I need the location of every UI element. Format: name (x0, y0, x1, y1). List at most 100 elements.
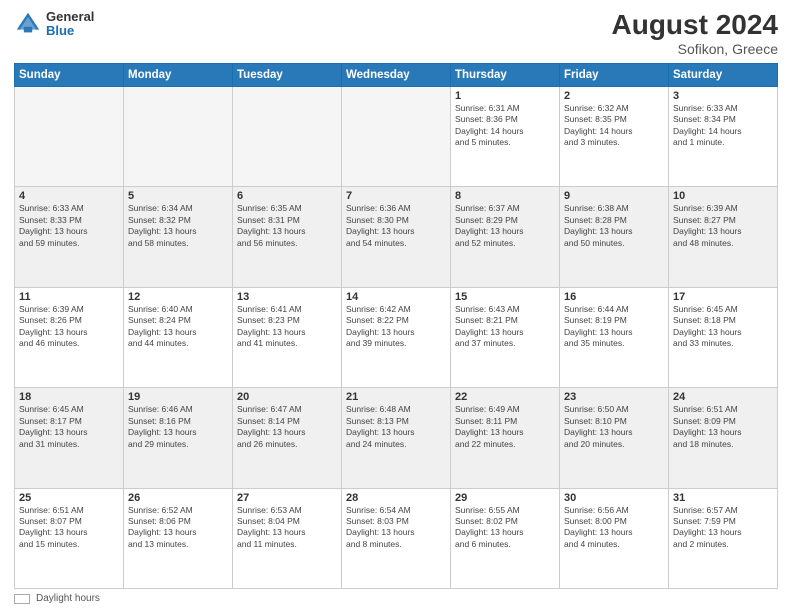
calendar-cell: 26Sunrise: 6:52 AM Sunset: 8:06 PM Dayli… (124, 488, 233, 588)
day-info: Sunrise: 6:47 AM Sunset: 8:14 PM Dayligh… (237, 404, 337, 450)
calendar-cell: 15Sunrise: 6:43 AM Sunset: 8:21 PM Dayli… (451, 287, 560, 387)
logo: General Blue (14, 10, 94, 39)
calendar-cell: 11Sunrise: 6:39 AM Sunset: 8:26 PM Dayli… (15, 287, 124, 387)
day-info: Sunrise: 6:33 AM Sunset: 8:33 PM Dayligh… (19, 203, 119, 249)
day-info: Sunrise: 6:51 AM Sunset: 8:09 PM Dayligh… (673, 404, 773, 450)
calendar-cell: 22Sunrise: 6:49 AM Sunset: 8:11 PM Dayli… (451, 388, 560, 488)
header: General Blue August 2024 Sofikon, Greece (14, 10, 778, 57)
day-info: Sunrise: 6:50 AM Sunset: 8:10 PM Dayligh… (564, 404, 664, 450)
day-number: 16 (564, 291, 664, 303)
calendar-table: Sunday Monday Tuesday Wednesday Thursday… (14, 63, 778, 589)
calendar-cell: 3Sunrise: 6:33 AM Sunset: 8:34 PM Daylig… (669, 86, 778, 186)
calendar-week-3: 18Sunrise: 6:45 AM Sunset: 8:17 PM Dayli… (15, 388, 778, 488)
day-number: 24 (673, 391, 773, 403)
location-subtitle: Sofikon, Greece (612, 41, 779, 57)
day-number: 7 (346, 190, 446, 202)
legend-box (14, 594, 30, 604)
calendar-cell: 19Sunrise: 6:46 AM Sunset: 8:16 PM Dayli… (124, 388, 233, 488)
title-block: August 2024 Sofikon, Greece (612, 10, 779, 57)
col-sunday: Sunday (15, 63, 124, 86)
legend-label: Daylight hours (36, 593, 100, 604)
col-tuesday: Tuesday (233, 63, 342, 86)
day-info: Sunrise: 6:56 AM Sunset: 8:00 PM Dayligh… (564, 505, 664, 551)
page: General Blue August 2024 Sofikon, Greece… (0, 0, 792, 612)
day-info: Sunrise: 6:53 AM Sunset: 8:04 PM Dayligh… (237, 505, 337, 551)
calendar-cell: 18Sunrise: 6:45 AM Sunset: 8:17 PM Dayli… (15, 388, 124, 488)
day-info: Sunrise: 6:41 AM Sunset: 8:23 PM Dayligh… (237, 304, 337, 350)
calendar-cell: 8Sunrise: 6:37 AM Sunset: 8:29 PM Daylig… (451, 187, 560, 287)
day-info: Sunrise: 6:39 AM Sunset: 8:26 PM Dayligh… (19, 304, 119, 350)
day-number: 8 (455, 190, 555, 202)
day-number: 28 (346, 492, 446, 504)
day-number: 21 (346, 391, 446, 403)
day-info: Sunrise: 6:32 AM Sunset: 8:35 PM Dayligh… (564, 103, 664, 149)
day-number: 23 (564, 391, 664, 403)
calendar-week-2: 11Sunrise: 6:39 AM Sunset: 8:26 PM Dayli… (15, 287, 778, 387)
day-info: Sunrise: 6:33 AM Sunset: 8:34 PM Dayligh… (673, 103, 773, 149)
day-info: Sunrise: 6:51 AM Sunset: 8:07 PM Dayligh… (19, 505, 119, 551)
day-number: 22 (455, 391, 555, 403)
calendar-cell: 24Sunrise: 6:51 AM Sunset: 8:09 PM Dayli… (669, 388, 778, 488)
calendar-cell: 14Sunrise: 6:42 AM Sunset: 8:22 PM Dayli… (342, 287, 451, 387)
day-number: 1 (455, 90, 555, 102)
calendar-cell (342, 86, 451, 186)
day-number: 11 (19, 291, 119, 303)
calendar-cell: 1Sunrise: 6:31 AM Sunset: 8:36 PM Daylig… (451, 86, 560, 186)
day-number: 18 (19, 391, 119, 403)
day-info: Sunrise: 6:37 AM Sunset: 8:29 PM Dayligh… (455, 203, 555, 249)
day-number: 2 (564, 90, 664, 102)
col-wednesday: Wednesday (342, 63, 451, 86)
col-thursday: Thursday (451, 63, 560, 86)
calendar-cell: 2Sunrise: 6:32 AM Sunset: 8:35 PM Daylig… (560, 86, 669, 186)
calendar-cell: 16Sunrise: 6:44 AM Sunset: 8:19 PM Dayli… (560, 287, 669, 387)
month-year-title: August 2024 (612, 10, 779, 41)
calendar-cell (15, 86, 124, 186)
day-info: Sunrise: 6:57 AM Sunset: 7:59 PM Dayligh… (673, 505, 773, 551)
day-info: Sunrise: 6:42 AM Sunset: 8:22 PM Dayligh… (346, 304, 446, 350)
col-saturday: Saturday (669, 63, 778, 86)
calendar-week-0: 1Sunrise: 6:31 AM Sunset: 8:36 PM Daylig… (15, 86, 778, 186)
day-number: 3 (673, 90, 773, 102)
day-info: Sunrise: 6:44 AM Sunset: 8:19 PM Dayligh… (564, 304, 664, 350)
col-friday: Friday (560, 63, 669, 86)
calendar-cell: 31Sunrise: 6:57 AM Sunset: 7:59 PM Dayli… (669, 488, 778, 588)
day-number: 31 (673, 492, 773, 504)
day-number: 6 (237, 190, 337, 202)
day-info: Sunrise: 6:45 AM Sunset: 8:18 PM Dayligh… (673, 304, 773, 350)
day-info: Sunrise: 6:52 AM Sunset: 8:06 PM Dayligh… (128, 505, 228, 551)
day-info: Sunrise: 6:45 AM Sunset: 8:17 PM Dayligh… (19, 404, 119, 450)
calendar-cell: 20Sunrise: 6:47 AM Sunset: 8:14 PM Dayli… (233, 388, 342, 488)
day-info: Sunrise: 6:43 AM Sunset: 8:21 PM Dayligh… (455, 304, 555, 350)
day-number: 26 (128, 492, 228, 504)
calendar-cell: 13Sunrise: 6:41 AM Sunset: 8:23 PM Dayli… (233, 287, 342, 387)
day-info: Sunrise: 6:35 AM Sunset: 8:31 PM Dayligh… (237, 203, 337, 249)
day-number: 19 (128, 391, 228, 403)
calendar-cell: 28Sunrise: 6:54 AM Sunset: 8:03 PM Dayli… (342, 488, 451, 588)
calendar-cell: 4Sunrise: 6:33 AM Sunset: 8:33 PM Daylig… (15, 187, 124, 287)
logo-text: General Blue (46, 10, 94, 39)
calendar-cell: 29Sunrise: 6:55 AM Sunset: 8:02 PM Dayli… (451, 488, 560, 588)
day-info: Sunrise: 6:48 AM Sunset: 8:13 PM Dayligh… (346, 404, 446, 450)
day-info: Sunrise: 6:34 AM Sunset: 8:32 PM Dayligh… (128, 203, 228, 249)
calendar-cell: 9Sunrise: 6:38 AM Sunset: 8:28 PM Daylig… (560, 187, 669, 287)
calendar-body: 1Sunrise: 6:31 AM Sunset: 8:36 PM Daylig… (15, 86, 778, 588)
day-info: Sunrise: 6:46 AM Sunset: 8:16 PM Dayligh… (128, 404, 228, 450)
col-monday: Monday (124, 63, 233, 86)
calendar-cell: 25Sunrise: 6:51 AM Sunset: 8:07 PM Dayli… (15, 488, 124, 588)
day-number: 15 (455, 291, 555, 303)
footer: Daylight hours (14, 593, 778, 604)
calendar-cell: 27Sunrise: 6:53 AM Sunset: 8:04 PM Dayli… (233, 488, 342, 588)
day-info: Sunrise: 6:40 AM Sunset: 8:24 PM Dayligh… (128, 304, 228, 350)
day-number: 4 (19, 190, 119, 202)
day-info: Sunrise: 6:31 AM Sunset: 8:36 PM Dayligh… (455, 103, 555, 149)
calendar-cell: 30Sunrise: 6:56 AM Sunset: 8:00 PM Dayli… (560, 488, 669, 588)
day-number: 25 (19, 492, 119, 504)
calendar-cell: 7Sunrise: 6:36 AM Sunset: 8:30 PM Daylig… (342, 187, 451, 287)
calendar-cell (124, 86, 233, 186)
day-number: 5 (128, 190, 228, 202)
header-row: Sunday Monday Tuesday Wednesday Thursday… (15, 63, 778, 86)
day-number: 27 (237, 492, 337, 504)
day-number: 12 (128, 291, 228, 303)
day-info: Sunrise: 6:39 AM Sunset: 8:27 PM Dayligh… (673, 203, 773, 249)
calendar-cell: 5Sunrise: 6:34 AM Sunset: 8:32 PM Daylig… (124, 187, 233, 287)
